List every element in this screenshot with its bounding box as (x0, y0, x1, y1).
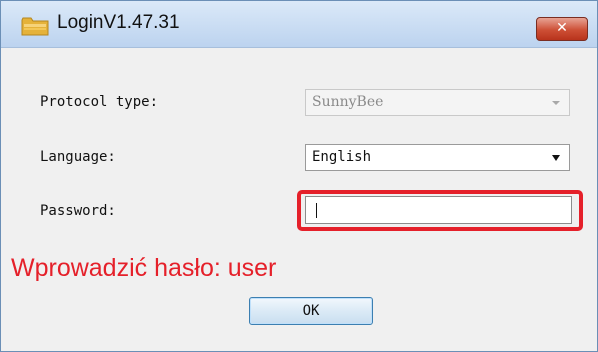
language-value: English (312, 149, 372, 165)
password-label: Password: (40, 203, 116, 219)
protocol-type-select: SunnyBee (305, 89, 570, 116)
folder-icon (21, 17, 49, 36)
title-bar[interactable]: LoginV1.47.31 ✕ (1, 1, 597, 48)
ok-button-label: OK (302, 303, 320, 319)
language-label: Language: (40, 149, 116, 165)
chevron-down-icon (552, 101, 560, 105)
password-instruction: Wprowadzić hasło: user (11, 254, 277, 282)
chevron-down-icon (552, 155, 560, 161)
window-title: LoginV1.47.31 (57, 12, 180, 33)
text-caret (316, 203, 317, 218)
dialog-body: Protocol type: SunnyBee Language: Englis… (9, 48, 595, 348)
login-dialog: LoginV1.47.31 ✕ Protocol type: SunnyBee … (0, 0, 598, 352)
close-button[interactable]: ✕ (536, 17, 588, 41)
protocol-type-label: Protocol type: (40, 94, 159, 110)
protocol-type-value: SunnyBee (312, 94, 384, 110)
close-icon: ✕ (556, 20, 568, 36)
language-select[interactable]: English (305, 144, 570, 171)
ok-button[interactable]: OK (249, 297, 373, 325)
password-input[interactable] (305, 196, 572, 224)
